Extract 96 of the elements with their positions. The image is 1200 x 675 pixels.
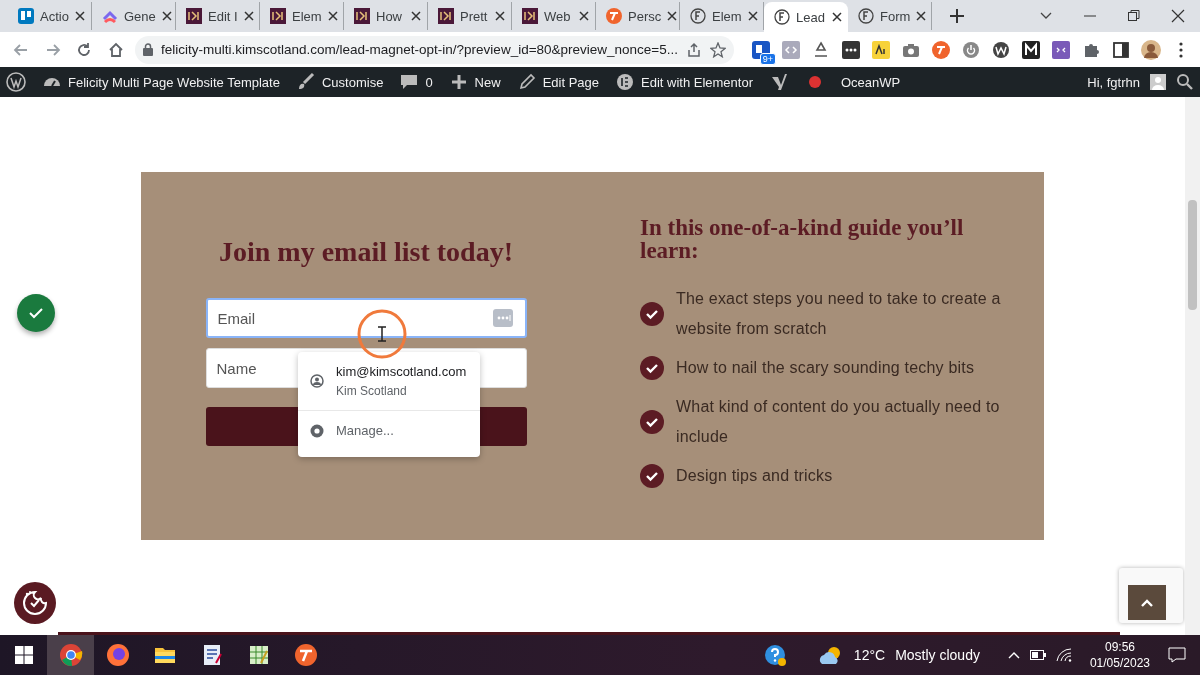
close-icon[interactable] [75, 11, 85, 21]
m-logo-icon[interactable] [1022, 40, 1040, 59]
text-cursor-icon [356, 308, 408, 360]
scrollbar[interactable] [1185, 97, 1200, 635]
f-circle-icon [690, 8, 706, 24]
w-logo-icon[interactable] [992, 40, 1010, 59]
restore-icon[interactable] [1127, 9, 1141, 23]
admin-bar-link[interactable]: 0 [425, 74, 433, 90]
swirl-icon [102, 8, 118, 24]
chevron-up-icon[interactable] [1007, 651, 1020, 659]
email-field[interactable]: Email [205, 298, 527, 338]
back-to-top-button[interactable] [1128, 585, 1166, 620]
close-icon[interactable] [243, 11, 254, 21]
guide-heading: In this one-of-a-kind guide you’ll learn: [640, 216, 965, 262]
elementor-icon[interactable] [615, 72, 635, 92]
dots-icon[interactable] [842, 40, 860, 59]
close-icon[interactable] [327, 11, 338, 21]
f-circle-icon [858, 8, 874, 24]
cookie-settings-button[interactable] [14, 582, 56, 624]
browser-tab[interactable]: Gene [92, 2, 176, 30]
check-circle-icon [640, 356, 664, 380]
weather-text[interactable]: Mostly cloudy [895, 647, 980, 663]
browser-tab[interactable]: How [344, 2, 428, 30]
admin-bar-link[interactable]: Edit Page [542, 74, 599, 90]
wordpress-logo-icon[interactable] [6, 72, 26, 92]
search-icon[interactable] [1176, 73, 1194, 91]
dks-logo-icon [354, 8, 370, 24]
address-bar[interactable]: felicity-multi.kimscotland.com/lead-magnet-opt-in/?preview_id=80&preview_nonce=5... [135, 35, 734, 64]
dks-logo-icon [522, 8, 538, 24]
chrome-icon [310, 423, 324, 438]
chrome-icon[interactable] [58, 643, 83, 667]
share-icon[interactable] [686, 41, 702, 58]
admin-bar-link[interactable]: Edit with Elementor [641, 74, 753, 90]
dks-logo-icon [186, 8, 202, 24]
power-icon[interactable] [962, 40, 980, 59]
clock-time[interactable]: 09:56 [1104, 639, 1135, 655]
check-circle-icon [640, 410, 664, 434]
browser-tab[interactable]: Web [512, 2, 596, 30]
close-icon[interactable] [411, 11, 421, 21]
admin-bar-link[interactable]: Customise [321, 74, 384, 90]
check-circle-icon [640, 302, 664, 326]
new-tab-icon[interactable] [950, 9, 964, 23]
t-logo-icon[interactable] [293, 643, 318, 667]
f-circle-icon [774, 9, 790, 25]
account-icon [310, 374, 324, 388]
windows-logo-icon[interactable] [14, 646, 33, 664]
autofill-email[interactable]: kim@kimscotland.com [336, 364, 467, 379]
close-icon[interactable] [667, 11, 678, 21]
browser-tab[interactable]: Prett [428, 2, 512, 30]
dks-logo-icon [438, 8, 454, 24]
close-icon[interactable] [832, 12, 842, 22]
manage-link[interactable]: Manage... [336, 423, 394, 438]
form-heading: Join my email list today! [219, 236, 513, 268]
battery-icon[interactable] [1029, 650, 1046, 660]
admin-bar-link[interactable]: New [474, 74, 501, 90]
account-greeting[interactable]: Hi, fgtrhn [1087, 74, 1140, 90]
side-panel-icon[interactable] [1112, 40, 1130, 59]
wifi-icon[interactable] [1055, 648, 1072, 662]
cookie-icon [22, 590, 48, 616]
browser-tab[interactable]: Form [848, 2, 932, 30]
dictionary-icon[interactable] [872, 40, 890, 59]
profile-avatar[interactable] [1141, 39, 1161, 60]
board-icon [18, 8, 34, 24]
t-logo-icon [606, 8, 622, 24]
comment-icon[interactable] [399, 72, 420, 92]
admin-bar-link[interactable]: OceanWP [841, 74, 901, 90]
check-circle-icon [640, 464, 664, 488]
list-item-text: The exact steps you need to take to create a website from scratch [676, 289, 1002, 339]
chevron-up-icon [1141, 598, 1153, 607]
list-item-text: Design tips and tricks [676, 466, 834, 486]
list-item-text: How to nail the scary sounding techy bits [676, 358, 976, 378]
browser-tab[interactable]: Actio [8, 2, 92, 30]
browser-tab[interactable]: Persc [596, 2, 680, 30]
yoast-icon[interactable] [769, 72, 789, 92]
dks-logo-icon [270, 8, 286, 24]
firefox-icon[interactable] [105, 643, 130, 667]
browser-tab[interactable]: Lead [764, 2, 848, 32]
help-icon[interactable] [763, 644, 786, 666]
browser-tab[interactable]: Edit I [176, 2, 260, 30]
temperature[interactable]: 12°C [853, 647, 886, 663]
close-icon[interactable] [747, 11, 758, 21]
admin-bar-link[interactable]: Felicity Multi Page Website Template [68, 74, 280, 90]
list-item-text: What kind of content do you actually need to include [676, 397, 1001, 447]
browser-tab[interactable]: Elem [260, 2, 344, 30]
menu-icon[interactable] [1179, 41, 1183, 58]
clock-date[interactable]: 01/05/2023 [1089, 655, 1150, 671]
close-icon[interactable] [495, 11, 505, 21]
check-icon [29, 307, 43, 319]
notification-icon[interactable] [1168, 647, 1186, 663]
success-button[interactable] [17, 294, 55, 332]
close-icon[interactable] [161, 11, 172, 21]
close-icon[interactable] [916, 11, 927, 21]
close-icon[interactable] [1171, 9, 1185, 23]
close-icon[interactable] [579, 11, 589, 21]
lock-icon [143, 43, 153, 56]
star-icon[interactable] [710, 41, 726, 58]
